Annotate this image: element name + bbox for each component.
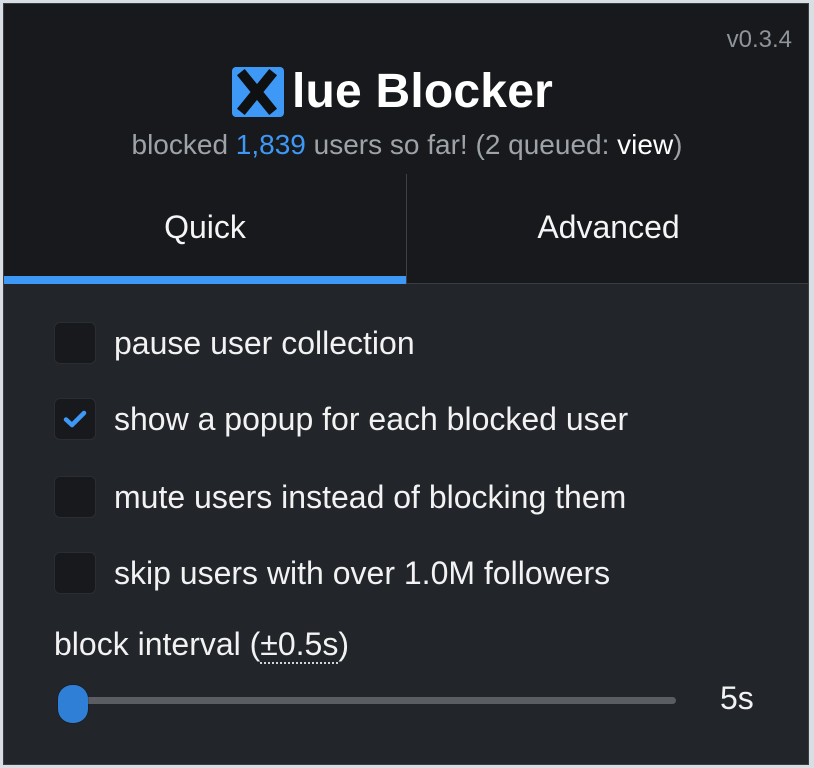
mute-users-label: mute users instead of blocking them: [114, 478, 627, 515]
pause-user-collection-checkbox[interactable]: [54, 322, 96, 364]
app-title-suffix: lue Blocker: [292, 65, 553, 118]
blocked-summary-prefix: blocked: [131, 129, 236, 160]
show-popup-checkbox[interactable]: [54, 398, 96, 440]
check-icon: [61, 405, 89, 433]
popup-header: v0.3.4 lue Blocker blocked 1,839 users s…: [4, 4, 808, 284]
block-interval-jitter: ±0.5s: [260, 626, 339, 664]
tab-advanced[interactable]: Advanced: [406, 174, 808, 284]
tab-quick[interactable]: Quick: [4, 174, 406, 284]
mute-users-checkbox[interactable]: [54, 476, 96, 518]
skip-large-accounts-label: skip users with over 1.0M followers: [114, 554, 611, 591]
block-interval-slider-thumb[interactable]: [58, 685, 88, 723]
blue-blocker-x-icon: [230, 64, 290, 120]
version-label: v0.3.4: [726, 26, 792, 53]
blocked-summary-middle: users so far! (2 queued:: [305, 129, 618, 160]
blocked-summary-suffix: ): [673, 129, 683, 160]
skip-large-accounts-checkbox[interactable]: [54, 552, 96, 594]
view-queue-link[interactable]: view: [617, 129, 673, 160]
pause-user-collection-label: pause user collection: [114, 324, 415, 361]
block-interval-prefix: block interval (: [54, 626, 261, 662]
settings-tabs: Quick Advanced: [4, 174, 808, 284]
show-popup-option[interactable]: show a popup for each blocked user: [54, 398, 628, 440]
blocked-count: 1,839: [235, 129, 306, 160]
quick-settings-panel: pause user collection show a popup for e…: [4, 284, 808, 764]
blocked-summary: blocked 1,839 users so far! (2 queued: v…: [4, 129, 808, 161]
block-interval-slider-track[interactable]: [62, 697, 676, 704]
block-interval-value: 5s: [720, 680, 754, 716]
show-popup-label: show a popup for each blocked user: [114, 400, 629, 437]
block-interval-suffix: ): [338, 626, 349, 662]
mute-users-option[interactable]: mute users instead of blocking them: [54, 476, 626, 518]
pause-user-collection-option[interactable]: pause user collection: [54, 322, 415, 364]
block-interval-label: block interval (±0.5s): [54, 626, 349, 664]
brand: lue Blocker: [230, 62, 553, 122]
skip-large-accounts-option[interactable]: skip users with over 1.0M followers: [54, 552, 610, 594]
blue-blocker-popup: v0.3.4 lue Blocker blocked 1,839 users s…: [3, 3, 809, 765]
